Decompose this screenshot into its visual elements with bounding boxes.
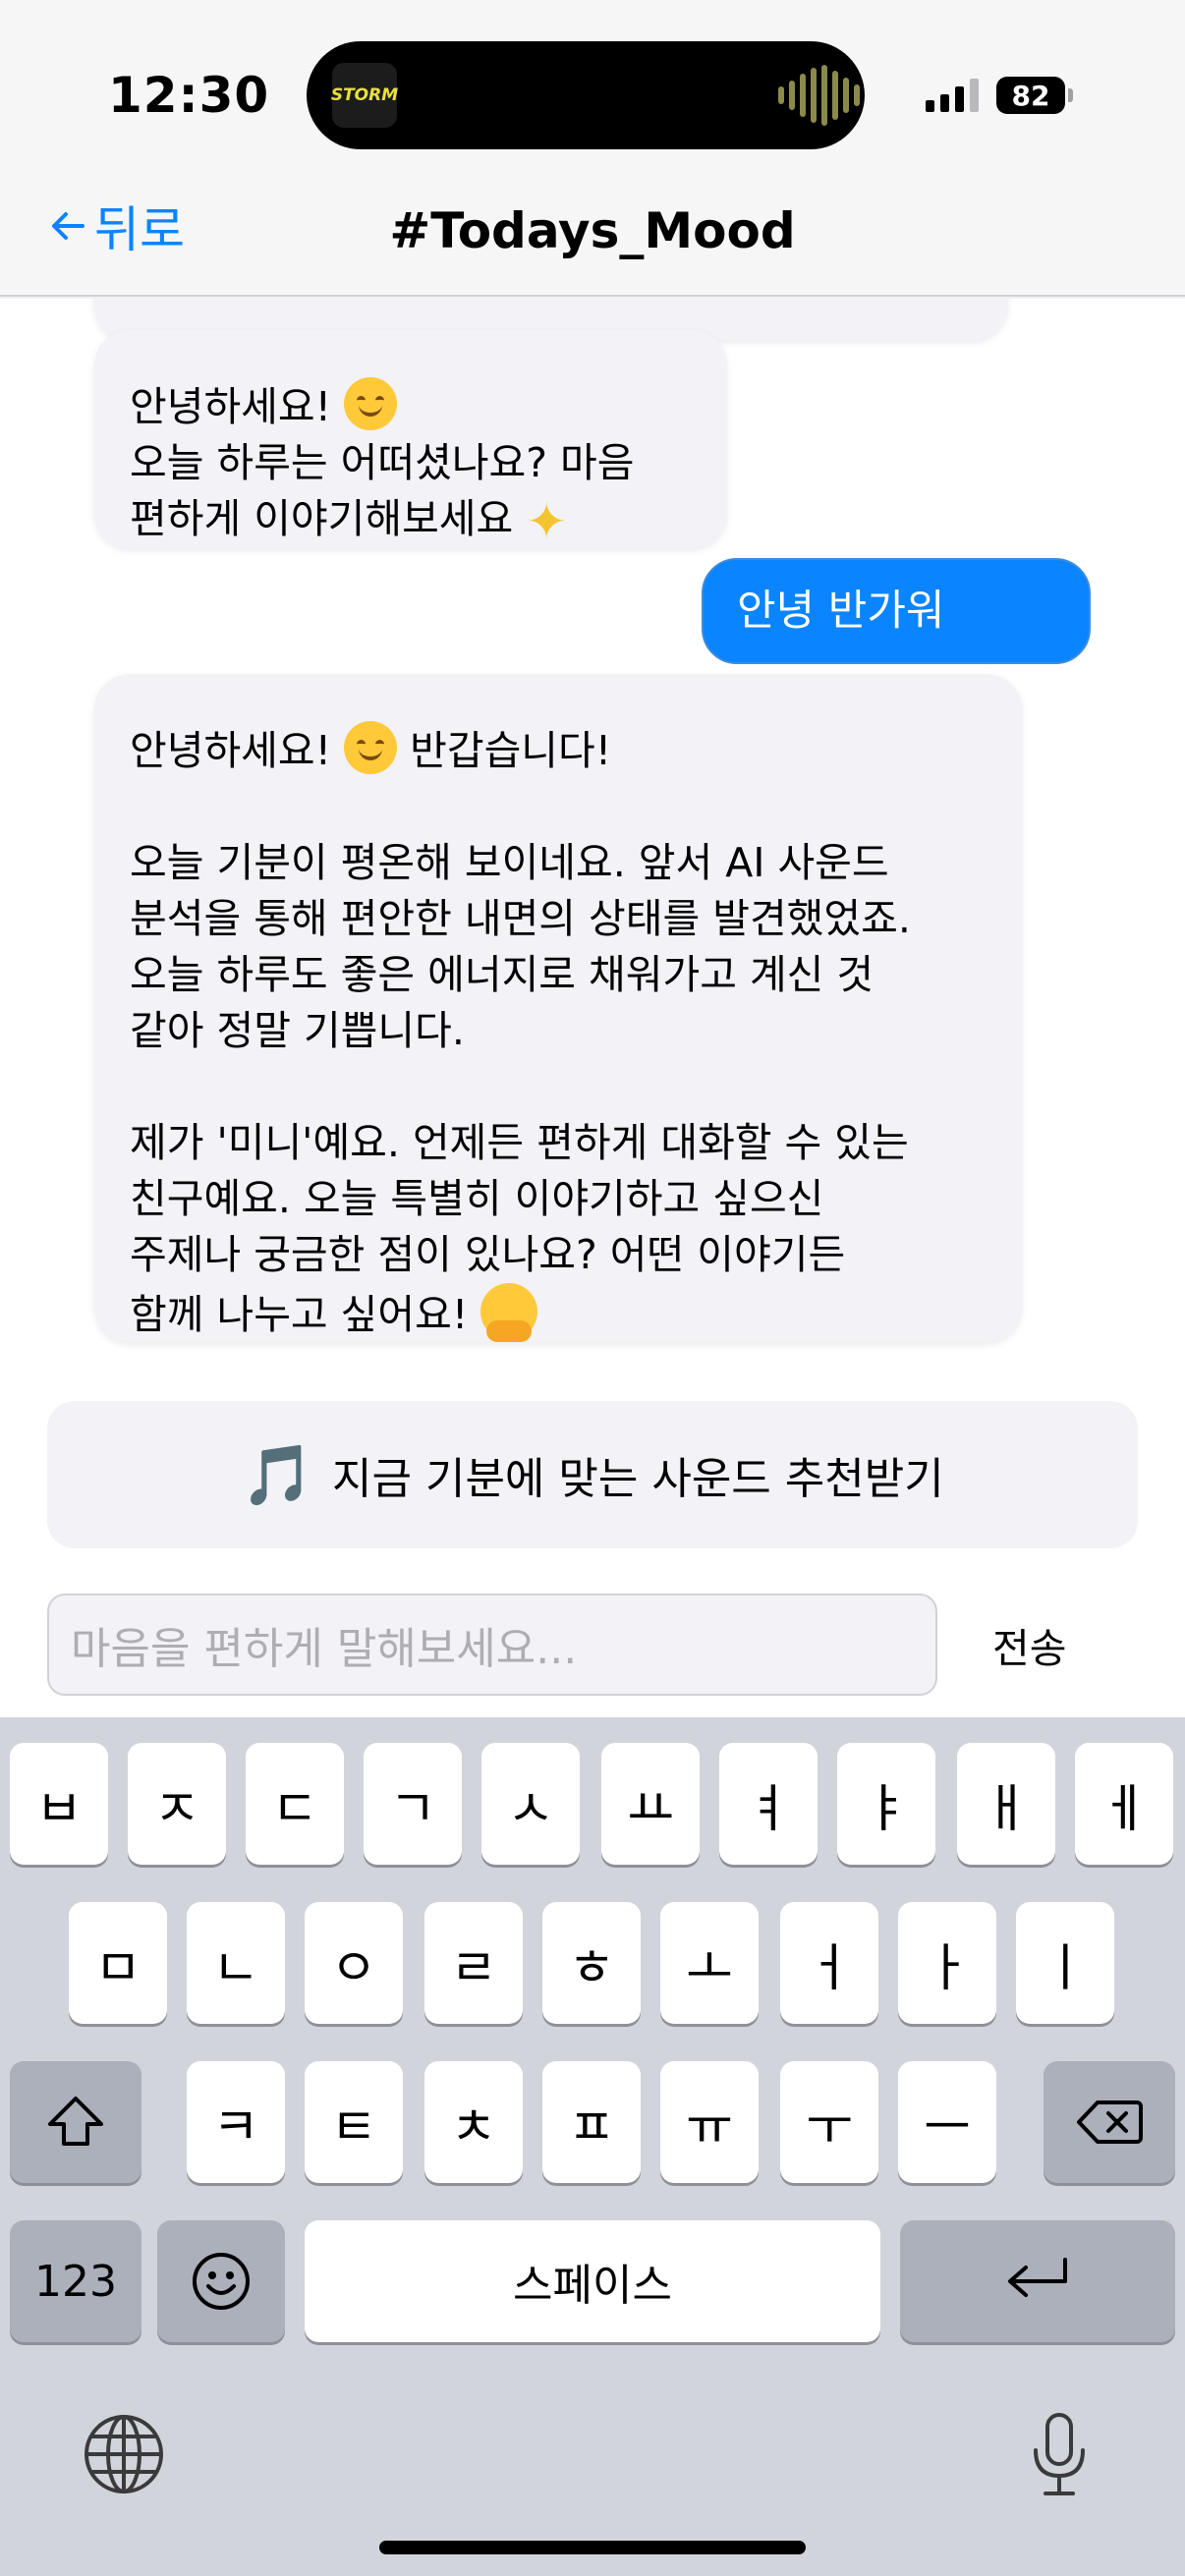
message-text: 안녕하세요! <box>130 383 332 430</box>
key[interactable]: ㅡ <box>898 2061 996 2183</box>
emoji-icon <box>193 2253 250 2310</box>
battery-icon: 82 <box>996 77 1065 114</box>
message-paragraph: 오늘 기분이 평온해 보이네요. 앞서 AI 사운드 분석을 통해 편안한 내면… <box>130 839 911 1054</box>
music-note-icon: 🎵 <box>241 1440 315 1510</box>
status-bar: 12:30 STORM 82 <box>0 0 1185 187</box>
key[interactable]: ㅗ <box>660 1902 759 2024</box>
home-indicator[interactable] <box>379 2541 806 2554</box>
key[interactable]: ㅐ <box>957 1743 1055 1865</box>
key[interactable]: ㅍ <box>542 2061 641 2183</box>
numbers-key[interactable]: 123 <box>10 2220 141 2342</box>
message-text: 안녕하세요! <box>130 727 332 774</box>
shift-icon <box>48 2097 103 2146</box>
status-time: 12:30 <box>108 67 270 124</box>
key[interactable]: ㅅ <box>481 1743 580 1865</box>
key[interactable]: ㅠ <box>660 2061 759 2183</box>
battery-tip <box>1068 88 1073 102</box>
delete-key[interactable] <box>1044 2061 1175 2183</box>
globe-icon[interactable] <box>83 2413 165 2495</box>
key[interactable]: ㅑ <box>837 1743 935 1865</box>
return-key[interactable] <box>900 2220 1175 2342</box>
message-text: 반갑습니다! <box>410 727 612 774</box>
key[interactable]: ㄹ <box>424 1902 523 2024</box>
key[interactable]: ㅣ <box>1016 1902 1114 2024</box>
smiling-face-icon <box>344 721 398 774</box>
key[interactable]: ㅌ <box>305 2061 403 2183</box>
key[interactable]: ㄷ <box>246 1743 344 1865</box>
key[interactable]: ㅁ <box>69 1902 167 2024</box>
keyboard: ㅂ ㅈ ㄷ ㄱ ㅅ ㅛ ㅕ ㅑ ㅐ ㅔ ㅁ ㄴ ㅇ ㄹ ㅎ ㅗ ㅓ ㅏ ㅣ ㅋ … <box>0 1717 1185 2576</box>
send-button[interactable]: 전송 <box>992 1615 1066 1674</box>
key[interactable]: ㅕ <box>719 1743 818 1865</box>
key[interactable]: ㅓ <box>780 1902 878 2024</box>
emoji-key[interactable] <box>157 2220 285 2342</box>
smiling-face-icon <box>344 377 398 430</box>
return-icon <box>1008 2258 1067 2297</box>
audio-waveform-icon <box>778 65 860 126</box>
key[interactable]: ㅎ <box>542 1902 641 2024</box>
key[interactable]: ㅜ <box>780 2061 878 2183</box>
key[interactable]: ㅋ <box>187 2061 285 2183</box>
shift-key[interactable] <box>10 2061 141 2183</box>
bot-message: 안녕하세요! 오늘 하루는 어떠셨나요? 마음 편하게 이야기해보세요 ✦ <box>94 330 727 550</box>
input-placeholder: 마음을 편하게 말해보세요... <box>71 1624 578 1674</box>
key[interactable]: ㅈ <box>128 1743 226 1865</box>
message-input[interactable]: 마음을 편하게 말해보세요... <box>47 1594 937 1696</box>
microphone-icon[interactable] <box>1028 2411 1091 2497</box>
chat-area[interactable]: 안녕하세요! 오늘 하루는 어떠셨나요? 마음 편하게 이야기해보세요 ✦ 안녕… <box>0 299 1185 1717</box>
bot-message: 안녕하세요! 반갑습니다! 오늘 기분이 평온해 보이네요. 앞서 AI 사운드… <box>94 674 1022 1342</box>
key[interactable]: ㅊ <box>424 2061 523 2183</box>
key[interactable]: ㅂ <box>10 1743 108 1865</box>
key[interactable]: ㄱ <box>364 1743 462 1865</box>
key[interactable]: ㅇ <box>305 1902 403 2024</box>
sparkles-icon: ✦ <box>526 493 568 550</box>
key[interactable]: ㅛ <box>601 1743 700 1865</box>
user-message: 안녕 반가워 <box>702 558 1091 664</box>
navigation-bar: 뒤로 #Todays_Mood <box>0 187 1185 297</box>
message-text: 편하게 이야기해보세요 <box>130 495 514 542</box>
cellular-signal-icon <box>926 79 979 112</box>
space-key[interactable]: 스페이스 <box>305 2220 880 2342</box>
recommend-sound-button[interactable]: 🎵 지금 기분에 맞는 사운드 추천받기 <box>47 1401 1138 1548</box>
key[interactable]: ㅔ <box>1075 1743 1173 1865</box>
message-text: 오늘 하루는 어떠셨나요? 마음 <box>130 439 635 486</box>
backspace-icon <box>1077 2100 1143 2144</box>
key[interactable]: ㄴ <box>187 1902 285 2024</box>
recommend-label: 지금 기분에 맞는 사운드 추천받기 <box>332 1454 944 1504</box>
dynamic-island[interactable]: STORM <box>307 41 865 149</box>
hugging-face-icon <box>480 1283 538 1342</box>
app-logo-icon: STORM <box>331 63 398 128</box>
page-title: #Todays_Mood <box>389 202 796 259</box>
key[interactable]: ㅏ <box>898 1902 996 2024</box>
